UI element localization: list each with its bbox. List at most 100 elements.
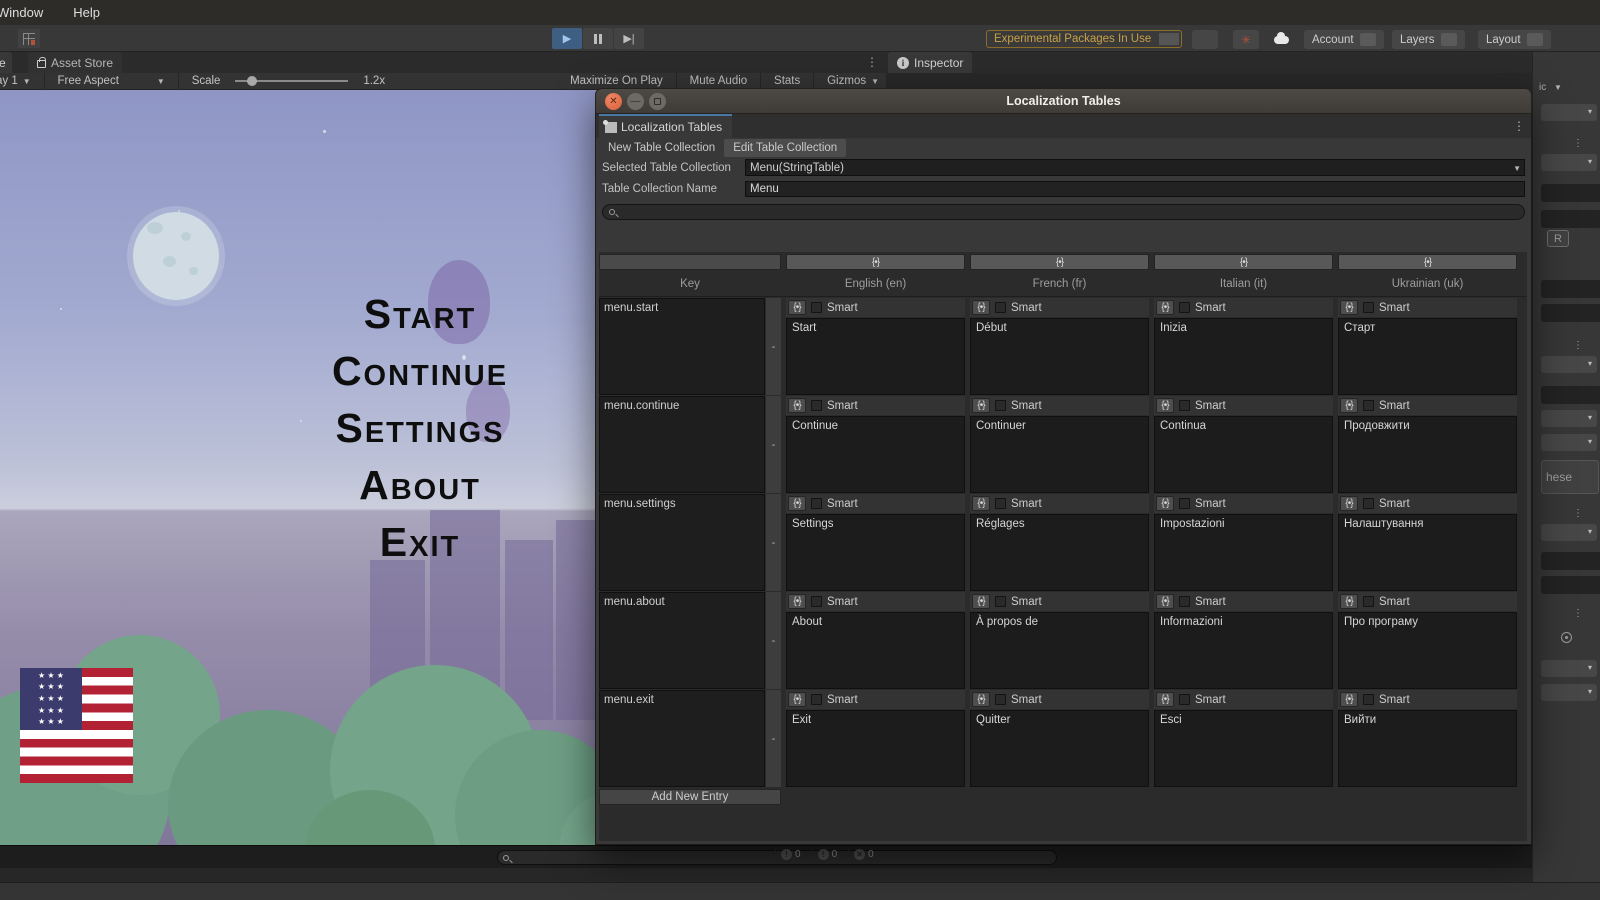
metadata-button[interactable]: {•} [1340, 692, 1358, 707]
scale-slider[interactable] [235, 80, 348, 82]
collection-name-field[interactable]: Menu [745, 181, 1525, 197]
metadata-button[interactable]: {•} [972, 594, 990, 609]
metadata-button[interactable]: {•} [1340, 398, 1358, 413]
smart-checkbox[interactable] [995, 596, 1006, 607]
aspect-dropdown[interactable]: Free Aspect▼ [58, 75, 165, 87]
metadata-button[interactable]: {•} [788, 594, 806, 609]
key-cell[interactable]: menu.about [599, 592, 765, 689]
minimize-button[interactable]: — [627, 93, 644, 110]
translation-text-field[interactable]: Продовжити [1338, 416, 1517, 493]
dropdown-partial[interactable] [1541, 434, 1597, 451]
smart-checkbox[interactable] [811, 302, 822, 313]
game-kebab-icon[interactable]: ⋮ [866, 55, 878, 69]
key-cell[interactable]: menu.continue [599, 396, 765, 493]
smart-checkbox[interactable] [1179, 302, 1190, 313]
dropdown-partial[interactable] [1541, 410, 1597, 427]
translation-text-field[interactable]: Continuer [970, 416, 1149, 493]
metadata-button[interactable]: {•} [1156, 496, 1174, 511]
metadata-button[interactable]: {•} [1340, 496, 1358, 511]
translation-text-field[interactable]: Continua [1154, 416, 1333, 493]
remove-entry-button[interactable]: - [766, 690, 781, 787]
preset-kebab-icon[interactable]: ⋮ [1573, 340, 1583, 351]
metadata-button[interactable]: {•} [972, 692, 990, 707]
mute-audio-toggle[interactable]: Mute Audio [690, 75, 748, 87]
language-column-header[interactable]: Ukrainian (uk) [1338, 278, 1517, 290]
smart-checkbox[interactable] [1179, 400, 1190, 411]
r-button[interactable]: R [1547, 230, 1569, 247]
smart-checkbox[interactable] [995, 302, 1006, 313]
translation-text-field[interactable]: Quitter [970, 710, 1149, 787]
preset-kebab-icon[interactable]: ⋮ [1573, 138, 1583, 149]
maximize-button[interactable] [649, 93, 666, 110]
tab-asset-store[interactable]: Asset Store [28, 52, 122, 73]
remove-entry-button[interactable]: - [766, 494, 781, 591]
column-settings-button[interactable]: {•} [1154, 254, 1333, 270]
edit-table-collection-button[interactable]: Edit Table Collection [724, 139, 846, 157]
hese-button-partial[interactable]: hese [1541, 460, 1599, 494]
translation-text-field[interactable]: Старт [1338, 318, 1517, 395]
tab-inspector[interactable]: i Inspector [888, 52, 972, 73]
dropdown-partial[interactable] [1541, 684, 1597, 701]
tab-game[interactable]: e [0, 52, 12, 73]
dropdown-partial[interactable] [1541, 524, 1597, 541]
preview-package-button[interactable] [1192, 30, 1218, 49]
column-settings-button[interactable]: {•} [970, 254, 1149, 270]
metadata-button[interactable]: {•} [1340, 300, 1358, 315]
smart-checkbox[interactable] [1179, 694, 1190, 705]
language-column-header[interactable]: English (en) [786, 278, 965, 290]
column-settings-button[interactable]: {•} [786, 254, 965, 270]
remove-entry-button[interactable]: - [766, 396, 781, 493]
smart-checkbox[interactable] [811, 400, 822, 411]
stats-toggle[interactable]: Stats [774, 75, 800, 87]
translation-text-field[interactable]: About [786, 612, 965, 689]
translation-text-field[interactable]: Exit [786, 710, 965, 787]
translation-text-field[interactable]: Informazioni [1154, 612, 1333, 689]
display-dropdown[interactable]: ay 1▼ [0, 75, 31, 87]
smart-checkbox[interactable] [811, 694, 822, 705]
metadata-button[interactable]: {•} [972, 300, 990, 315]
close-button[interactable]: ✕ [605, 93, 622, 110]
translation-text-field[interactable]: Continue [786, 416, 965, 493]
layers-dropdown[interactable]: Layers [1392, 30, 1465, 49]
console-count-badge[interactable]: ✕0 [848, 849, 879, 860]
metadata-button[interactable]: {•} [1156, 692, 1174, 707]
key-cell[interactable]: menu.exit [599, 690, 765, 787]
translation-text-field[interactable]: Début [970, 318, 1149, 395]
remove-entry-button[interactable]: - [766, 592, 781, 689]
smart-checkbox[interactable] [1179, 596, 1190, 607]
maximize-on-play-toggle[interactable]: Maximize On Play [570, 75, 663, 87]
smart-checkbox[interactable] [1363, 498, 1374, 509]
smart-checkbox[interactable] [1363, 302, 1374, 313]
smart-checkbox[interactable] [1363, 596, 1374, 607]
pause-button[interactable] [583, 28, 613, 49]
window-titlebar[interactable]: ✕ — Localization Tables [595, 88, 1532, 114]
translation-text-field[interactable]: Esci [1154, 710, 1333, 787]
console-count-badge[interactable]: !0 [812, 849, 843, 860]
translation-text-field[interactable]: Start [786, 318, 965, 395]
menu-window[interactable]: Window [0, 3, 47, 22]
object-picker-icon[interactable] [1561, 632, 1572, 643]
translation-text-field[interactable]: Réglages [970, 514, 1149, 591]
column-settings-button[interactable]: {•} [1338, 254, 1517, 270]
metadata-button[interactable]: {•} [1156, 398, 1174, 413]
smart-checkbox[interactable] [811, 498, 822, 509]
gizmos-dropdown[interactable]: Gizmos▼ [827, 75, 879, 87]
metadata-button[interactable]: {•} [1156, 300, 1174, 315]
dropdown-partial[interactable] [1541, 356, 1597, 373]
layout-dropdown[interactable]: Layout [1478, 30, 1551, 49]
play-button[interactable]: ▶ [552, 28, 582, 49]
metadata-button[interactable]: {•} [788, 300, 806, 315]
metadata-button[interactable]: {•} [1156, 594, 1174, 609]
scale-knob[interactable] [247, 76, 257, 86]
dropdown-partial[interactable] [1541, 154, 1597, 171]
selected-collection-dropdown[interactable]: Menu(StringTable) ▼ [745, 159, 1525, 176]
translation-text-field[interactable]: Вийти [1338, 710, 1517, 787]
badge-dismiss[interactable] [1159, 33, 1179, 45]
grid-snap-icon[interactable] [18, 29, 40, 48]
window-kebab-icon[interactable]: ⋮ [1513, 119, 1525, 133]
key-cell[interactable]: menu.settings [599, 494, 765, 591]
smart-checkbox[interactable] [1363, 694, 1374, 705]
layer-dropdown-partial[interactable] [1541, 104, 1597, 121]
smart-checkbox[interactable] [995, 694, 1006, 705]
metadata-button[interactable]: {•} [788, 692, 806, 707]
